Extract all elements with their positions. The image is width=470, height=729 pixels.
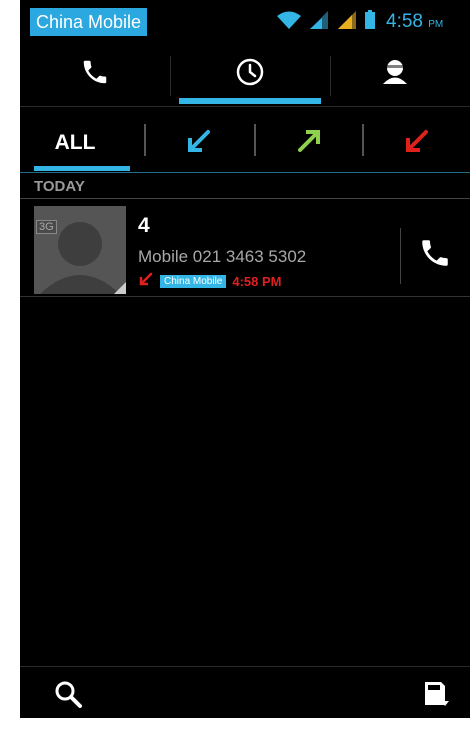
missed-call-icon [138, 271, 154, 292]
phone-icon [80, 57, 110, 92]
missed-call-icon [402, 126, 432, 161]
call-meta: China Mobile 4:58 PM [138, 272, 282, 290]
caller-number: Mobile 021 3463 5302 [138, 247, 307, 266]
row-separator [400, 228, 401, 284]
contact-avatar[interactable]: 3G [34, 206, 126, 294]
signal-icon [308, 10, 330, 35]
status-bar: China Mobile 4:58 PM [20, 0, 470, 40]
outgoing-call-icon [294, 126, 324, 161]
phone-screen: China Mobile 4:58 PM ALL TODAY 3G 4 Mobi… [20, 0, 470, 718]
filter-outgoing[interactable] [254, 118, 364, 168]
filter-divider [20, 172, 470, 173]
filter-missed[interactable] [362, 118, 470, 168]
overflow-menu-icon [421, 679, 451, 714]
status-icons: 4:58 PM [276, 8, 443, 36]
tab-separator [170, 56, 171, 96]
status-clock: 4:58 PM [386, 11, 444, 32]
wifi-icon [276, 10, 302, 35]
search-icon [53, 679, 83, 714]
filter-all[interactable]: ALL [20, 118, 130, 171]
section-header: TODAY [34, 178, 85, 195]
call-back-button[interactable] [410, 230, 460, 280]
network-badge: 3G [36, 220, 57, 234]
call-time: 4:58 PM [232, 273, 282, 289]
main-tabs [20, 46, 470, 106]
signal-icon-sim2 [336, 10, 358, 35]
contacts-icon [380, 57, 410, 92]
filter-tabs: ALL [20, 118, 470, 174]
filter-incoming[interactable] [144, 118, 254, 168]
caller-name: 4 [138, 214, 150, 237]
filter-all-label: ALL [54, 131, 96, 154]
clock-icon [235, 57, 265, 92]
battery-icon [364, 9, 376, 35]
sim-badge: China Mobile [160, 274, 227, 288]
search-button[interactable] [48, 676, 88, 716]
incoming-call-icon [184, 126, 214, 161]
phone-icon [418, 236, 452, 275]
tab-dialer[interactable] [20, 46, 170, 102]
tab-contacts[interactable] [320, 46, 470, 102]
call-log-item[interactable]: 3G 4 Mobile 021 3463 5302 China Mobile 4… [20, 202, 470, 296]
row-divider [20, 296, 470, 297]
tab-call-log[interactable] [175, 46, 325, 104]
section-divider [20, 198, 470, 199]
menu-button[interactable] [416, 676, 456, 716]
bottom-bar-divider [20, 666, 470, 667]
tabs-divider [20, 106, 470, 107]
carrier-label: China Mobile [30, 8, 148, 36]
